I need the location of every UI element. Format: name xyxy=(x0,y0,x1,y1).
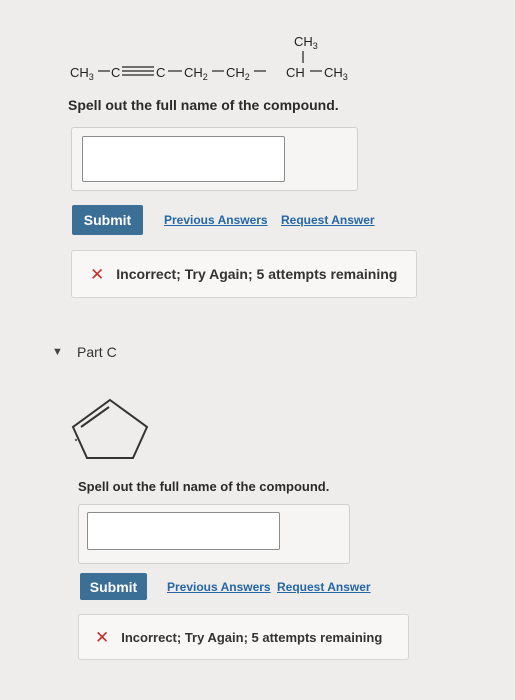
carbon-label: C xyxy=(156,65,165,80)
cyclopentene-structure xyxy=(71,398,149,459)
x-icon: ✕ xyxy=(95,627,110,647)
feedback-text: Incorrect; Try Again; 5 attempts remaini… xyxy=(121,629,383,645)
branch-ch3-label: CH3 xyxy=(294,34,318,51)
question-prompt: Spell out the full name of the compound. xyxy=(68,97,339,113)
previous-answers-link[interactable]: Previous Answers xyxy=(164,213,268,227)
answer-box xyxy=(71,127,358,191)
request-answer-link[interactable]: Request Answer xyxy=(277,580,371,594)
chemical-formula: CH3 CH3 C C CH2 CH2 CH CH3 xyxy=(70,34,348,82)
ch2-label: CH2 xyxy=(226,65,250,82)
ch2-label: CH2 xyxy=(184,65,208,82)
previous-answers-link[interactable]: Previous Answers xyxy=(167,580,271,594)
collapse-triangle-icon[interactable]: ▼ xyxy=(52,346,63,358)
feedback-text: Incorrect; Try Again; 5 attempts remaini… xyxy=(116,266,398,282)
ch3-end-label: CH3 xyxy=(324,65,348,82)
ch-label: CH xyxy=(286,65,305,80)
submit-button[interactable]: Submit xyxy=(72,205,143,235)
feedback-message: ✕ Incorrect; Try Again; 5 attempts remai… xyxy=(78,614,409,660)
answer-input[interactable] xyxy=(82,136,285,182)
answer-box xyxy=(78,504,350,564)
submit-button[interactable]: Submit xyxy=(80,573,147,600)
x-icon: ✕ xyxy=(90,264,105,284)
carbon-label: C xyxy=(111,65,120,80)
question-prompt: Spell out the full name of the compound. xyxy=(78,479,330,494)
triple-bond xyxy=(122,66,154,76)
feedback-message: ✕ Incorrect; Try Again; 5 attempts remai… xyxy=(71,250,417,298)
answer-input[interactable] xyxy=(87,512,280,550)
part-title[interactable]: Part C xyxy=(77,344,117,360)
ch3-start-label: CH3 xyxy=(70,65,94,82)
request-answer-link[interactable]: Request Answer xyxy=(281,213,375,227)
